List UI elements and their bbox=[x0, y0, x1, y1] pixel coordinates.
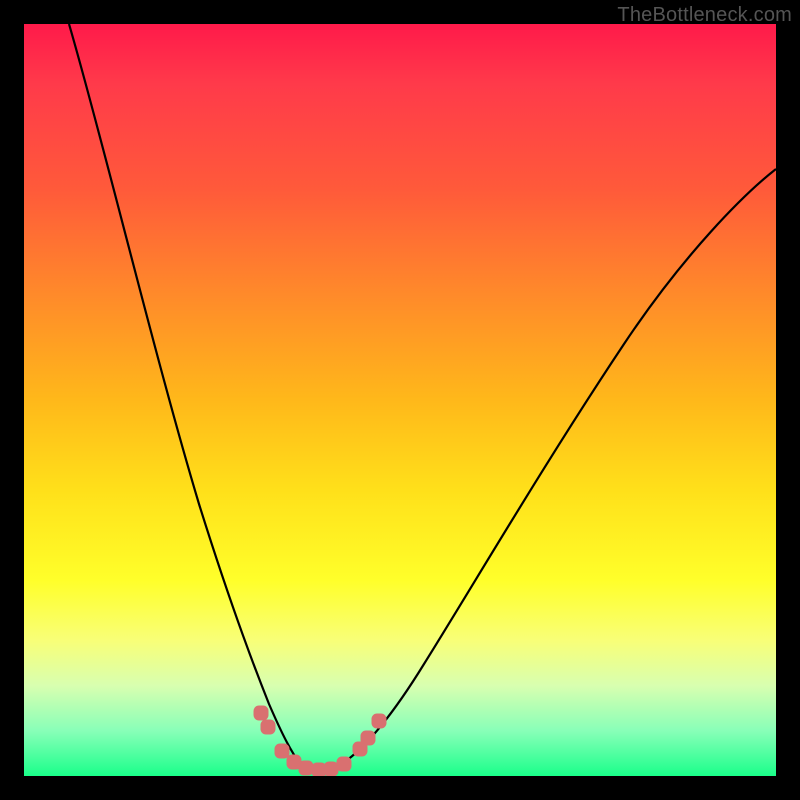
chart-svg bbox=[24, 24, 776, 776]
curve-left bbox=[69, 24, 302, 766]
curve-right bbox=[334, 169, 776, 768]
plot-area bbox=[24, 24, 776, 776]
